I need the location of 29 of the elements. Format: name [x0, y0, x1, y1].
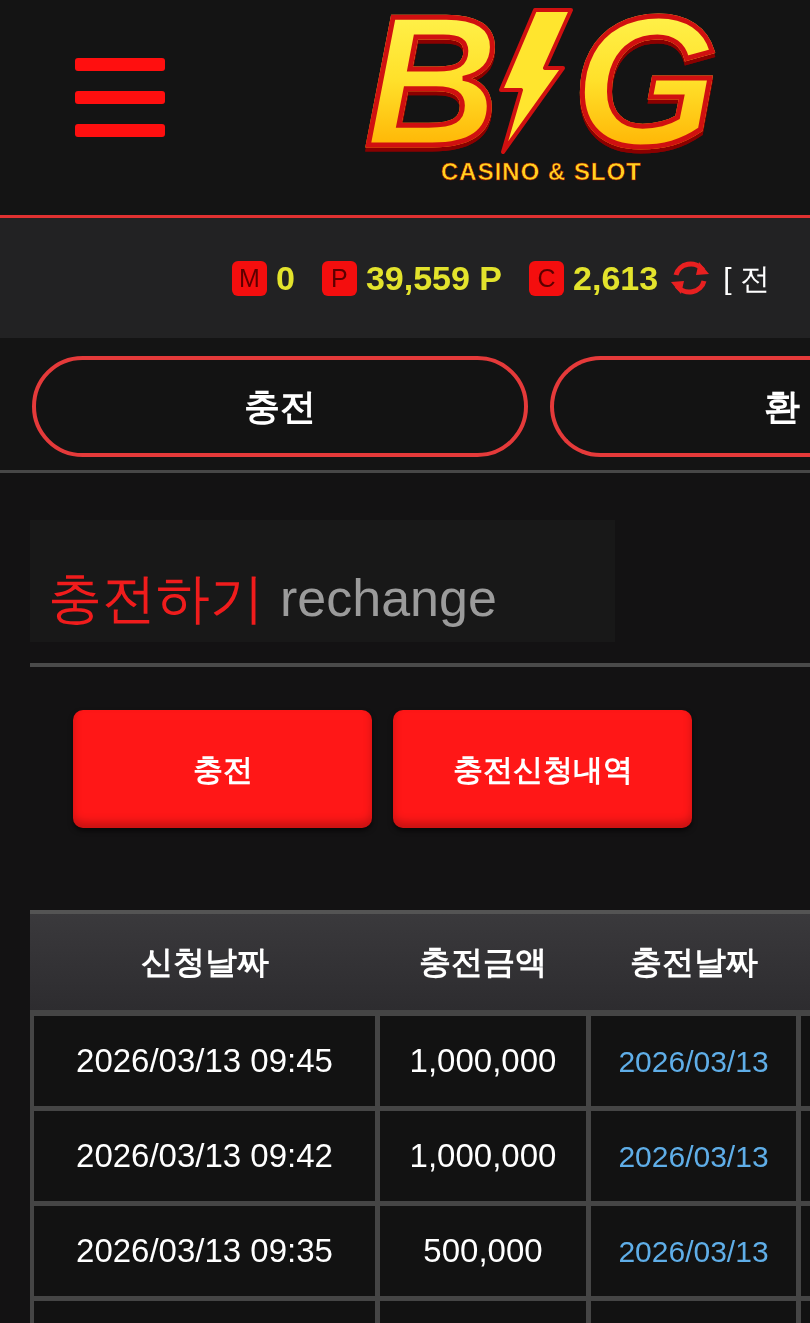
table-cell: 1,000,000: [380, 1111, 586, 1201]
table-cell: 2026/03/13: [591, 1206, 796, 1296]
balance-value: 2,613: [573, 257, 659, 299]
refresh-icon[interactable]: [670, 260, 711, 296]
balance-value: 0: [276, 257, 295, 299]
table-cell: 2026/03/13 09:42: [34, 1111, 375, 1201]
logo-tagline: CASINO & SLOT: [441, 158, 642, 186]
tab[interactable]: 환: [550, 356, 810, 457]
table-cell: 2026/03/13: [591, 1016, 796, 1106]
table-cell: 2026/03/13 09:35: [34, 1206, 375, 1296]
column-header: 충전금액: [419, 943, 547, 982]
convert-link[interactable]: [ 전: [723, 255, 770, 301]
action-button[interactable]: 충전신청내역: [393, 710, 692, 828]
action-button[interactable]: 충전: [73, 710, 372, 828]
currency-badge: C: [529, 260, 565, 296]
lightning-bolt-icon: [499, 6, 574, 156]
column-header: 신청날짜: [140, 943, 269, 982]
table-cell: 1,000,000: [380, 1016, 586, 1106]
column-header: 충전날짜: [629, 943, 758, 982]
balance-value: 39,559 P: [365, 257, 503, 299]
table-cell: 2026/03/13: [591, 1111, 796, 1201]
menu-icon[interactable]: [75, 58, 165, 137]
tab[interactable]: 충전: [32, 356, 528, 457]
page-title: 충전하기: [48, 567, 264, 630]
page-subtitle: rechange: [280, 568, 497, 629]
table-cell: 500,000: [380, 1206, 586, 1296]
table-cell: 2026/03/13 09:45: [34, 1016, 375, 1106]
currency-badge: M: [232, 260, 267, 296]
currency-badge: P: [321, 260, 357, 296]
